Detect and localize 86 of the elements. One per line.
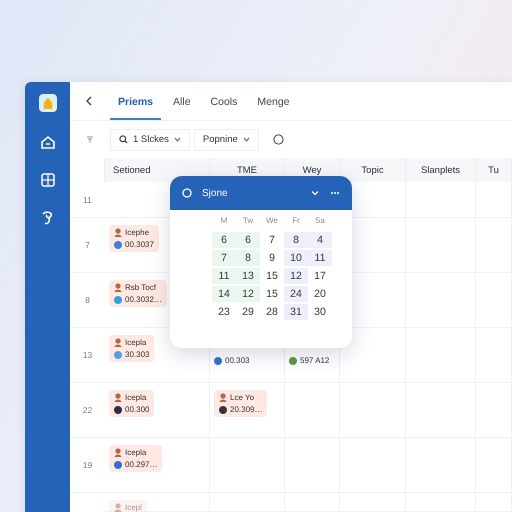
event-code: 597 A12 xyxy=(300,356,330,365)
chevron-icon xyxy=(174,137,181,142)
person-icon xyxy=(114,448,122,457)
person-icon xyxy=(114,228,122,237)
event-title: Icepl xyxy=(125,503,142,512)
event-chip[interactable]: Icepla 00.300 xyxy=(109,390,154,417)
calendar-day[interactable]: 15 xyxy=(260,268,284,284)
calendar-day[interactable]: 4 xyxy=(308,232,332,248)
calendar-day[interactable]: 8 xyxy=(284,232,308,248)
search-filter[interactable]: 1 Slckes xyxy=(110,128,190,150)
person-icon xyxy=(114,338,122,347)
column-header: Slanplets xyxy=(406,158,476,182)
tab[interactable]: Alle xyxy=(165,82,199,120)
calendar-day[interactable]: 7 xyxy=(212,250,236,266)
calendar-day[interactable]: 31 xyxy=(284,304,308,320)
grid-icon[interactable] xyxy=(40,172,56,188)
back-icon[interactable] xyxy=(84,96,94,106)
calendar-day[interactable]: 10 xyxy=(284,250,308,266)
calendar-day[interactable]: 6 xyxy=(212,232,236,248)
search-icon xyxy=(119,135,128,144)
popup-title: Sjone xyxy=(202,188,229,198)
time-label: 19 xyxy=(70,438,105,493)
filter-dropdown[interactable]: Popnine xyxy=(194,128,259,150)
weekday-label: Tw xyxy=(242,216,254,227)
tab[interactable]: Cools xyxy=(202,82,246,120)
calendar-day[interactable]: 29 xyxy=(236,304,260,320)
pin-icon[interactable] xyxy=(86,136,94,144)
calendar-day[interactable]: 15 xyxy=(260,286,284,302)
event-title: Lce Yo xyxy=(230,393,254,402)
calendar-day[interactable]: 11 xyxy=(212,268,236,284)
event-chip[interactable]: Icephe 00.3037 xyxy=(109,225,159,252)
event-title: Icepla xyxy=(125,338,146,347)
person-icon xyxy=(219,393,227,402)
calendar-day[interactable]: 6 xyxy=(236,232,260,248)
calendar-day[interactable]: 17 xyxy=(308,268,332,284)
weekday-label: Fr xyxy=(291,216,301,227)
calendar-day[interactable]: 23 xyxy=(212,304,236,320)
calendar-day[interactable]: 9 xyxy=(260,250,284,266)
event-code: 30.303 xyxy=(125,350,150,359)
calendar-day[interactable]: 28 xyxy=(260,304,284,320)
time-label: 8 xyxy=(70,273,105,328)
time-label: 22 xyxy=(70,383,105,438)
chevron-icon[interactable] xyxy=(310,188,320,198)
event-title: Icephe xyxy=(125,228,150,237)
calendar-day[interactable]: 7 xyxy=(260,232,284,248)
column-header: Tu xyxy=(476,158,512,182)
person-icon xyxy=(114,503,122,512)
event-title: Icepla xyxy=(125,393,146,402)
calendar-day[interactable]: 12 xyxy=(236,286,260,302)
calendar-day[interactable]: 8 xyxy=(236,250,260,266)
column-header: Topic xyxy=(340,158,406,182)
calendar-day[interactable]: 12 xyxy=(284,268,308,284)
event-code: 00.297… xyxy=(125,460,158,469)
home-icon[interactable] xyxy=(40,134,56,150)
event-chip[interactable]: Lce Yo 20.309… xyxy=(214,390,268,417)
calendar-day[interactable]: 20 xyxy=(308,286,332,302)
weekday-label: Sa xyxy=(314,216,326,227)
event-title: Icepla xyxy=(125,448,146,457)
calendar-day[interactable]: 14 xyxy=(212,286,236,302)
event-code: 00.300 xyxy=(125,405,150,414)
time-label: 7 xyxy=(70,218,105,273)
event-code: 00.303 xyxy=(225,356,250,365)
calendar-day[interactable]: 13 xyxy=(236,268,260,284)
time-label: 11 xyxy=(70,182,105,218)
calendar-day[interactable]: 11 xyxy=(308,250,332,266)
weekday-label: M xyxy=(220,216,228,227)
chevron-icon xyxy=(242,137,250,142)
circle-icon xyxy=(182,188,192,198)
event-code: 00.3037 xyxy=(125,240,154,249)
calendar-day[interactable]: 24 xyxy=(284,286,308,302)
event-code: 20.309… xyxy=(230,405,262,414)
refresh-icon[interactable] xyxy=(272,134,284,145)
tab[interactable]: Menge xyxy=(249,82,298,120)
event-title: Rsb Tocf xyxy=(125,283,156,292)
time-label: 13 xyxy=(70,328,105,383)
event-chip[interactable]: Icepla 00.297… xyxy=(109,445,162,472)
person-icon xyxy=(114,283,122,292)
weekday-label: We xyxy=(265,216,279,227)
calendar-day[interactable]: 30 xyxy=(308,304,332,320)
event-code: 00.3032… xyxy=(125,295,162,304)
column-header: Setioned xyxy=(105,158,210,182)
event-chip[interactable]: Icepla 30.303 xyxy=(109,335,154,362)
person-icon xyxy=(114,393,122,402)
tab[interactable]: Priems xyxy=(110,82,162,120)
event-chip[interactable]: Rsb Tocf 00.3032… xyxy=(109,280,167,307)
app-logo[interactable] xyxy=(38,94,56,112)
